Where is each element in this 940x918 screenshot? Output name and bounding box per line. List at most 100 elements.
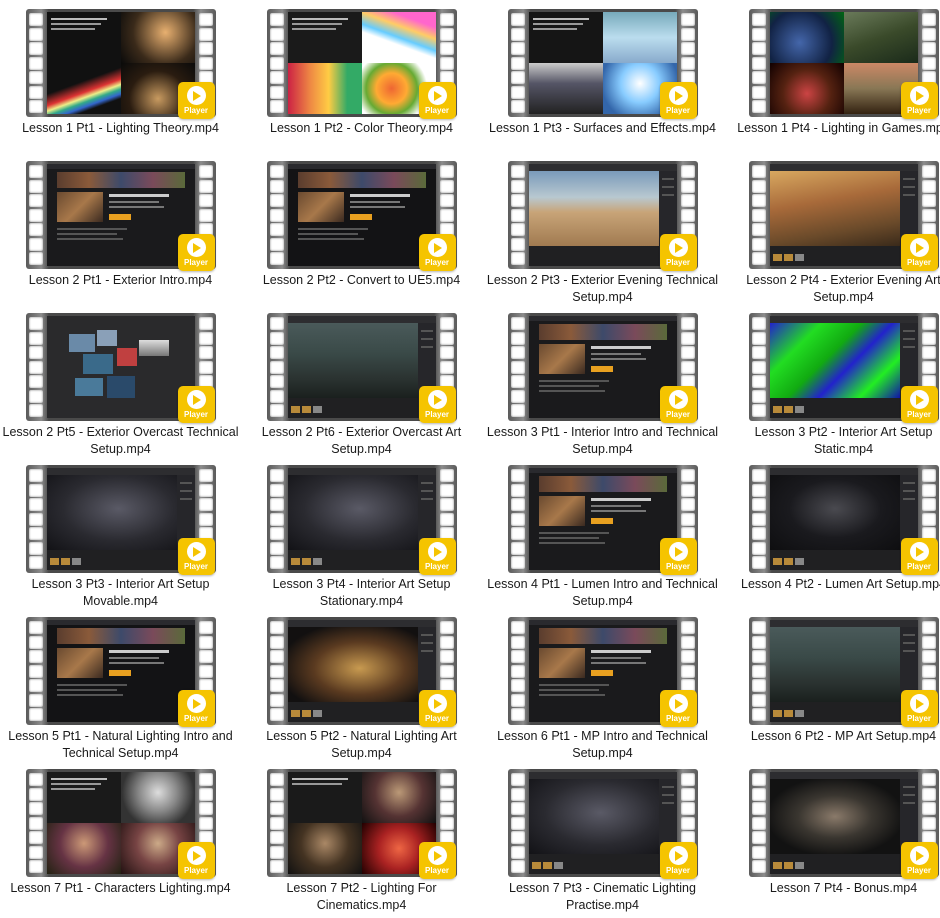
player-badge: Player	[418, 842, 456, 879]
file-name: Lesson 3 Pt4 - Interior Art Setup Statio…	[272, 577, 451, 608]
video-file-item[interactable]: Player Lesson 7 Pt3 - Cinematic Lighting…	[482, 762, 723, 914]
thumbnail-frame	[769, 164, 918, 266]
video-thumbnail[interactable]: Player	[507, 313, 698, 423]
thumbnail-frame	[46, 620, 195, 722]
video-file-item[interactable]: Player Lesson 3 Pt1 - Interior Intro and…	[482, 306, 723, 458]
video-file-item[interactable]: Player Lesson 2 Pt6 - Exterior Overcast …	[241, 306, 482, 458]
video-file-item[interactable]: Player Lesson 3 Pt3 - Interior Art Setup…	[0, 458, 241, 610]
video-thumbnail[interactable]: Player	[25, 465, 216, 575]
video-thumbnail[interactable]: Player	[266, 9, 457, 119]
video-thumbnail[interactable]: Player	[748, 161, 939, 271]
video-thumbnail[interactable]: Player	[25, 9, 216, 119]
video-file-item[interactable]: Player Lesson 4 Pt1 - Lumen Intro and Te…	[482, 458, 723, 610]
play-icon	[186, 390, 206, 409]
player-badge-label: Player	[665, 258, 691, 267]
player-badge-label: Player	[424, 106, 450, 115]
video-thumbnail[interactable]: Player	[266, 617, 457, 727]
player-badge: Player	[418, 82, 456, 119]
film-sprockets-left	[510, 621, 525, 721]
play-icon	[427, 86, 447, 105]
video-thumbnail[interactable]: Player	[266, 769, 457, 879]
video-file-item[interactable]: Player Lesson 6 Pt1 - MP Intro and Techn…	[482, 610, 723, 762]
video-thumbnail[interactable]: Player	[25, 617, 216, 727]
film-sprockets-left	[510, 317, 525, 417]
player-badge: Player	[900, 234, 938, 271]
film-sprockets-left	[269, 13, 284, 113]
video-file-item[interactable]: Player Lesson 2 Pt5 - Exterior Overcast …	[0, 306, 241, 458]
video-file-item[interactable]: Player Lesson 1 Pt2 - Color Theory.mp4	[241, 2, 482, 154]
play-icon	[427, 542, 447, 561]
player-badge: Player	[177, 690, 215, 727]
video-thumbnail[interactable]: Player	[748, 465, 939, 575]
player-badge-label: Player	[424, 866, 450, 875]
video-thumbnail[interactable]: Player	[266, 465, 457, 575]
file-name: Lesson 2 Pt5 - Exterior Overcast Technic…	[2, 425, 239, 456]
player-badge: Player	[177, 82, 215, 119]
player-badge: Player	[900, 386, 938, 423]
video-file-item[interactable]: Player Lesson 7 Pt2 - Lighting For Cinem…	[241, 762, 482, 914]
video-thumbnail[interactable]: Player	[25, 161, 216, 271]
film-sprockets-left	[28, 13, 43, 113]
film-sprockets-left	[751, 469, 766, 569]
player-badge-label: Player	[183, 866, 209, 875]
play-icon	[668, 542, 688, 561]
film-sprockets-left	[510, 773, 525, 873]
video-thumbnail[interactable]: Player	[25, 769, 216, 879]
video-file-item[interactable]: Player Lesson 7 Pt1 - Characters Lightin…	[0, 762, 241, 914]
video-file-item[interactable]: Player Lesson 1 Pt3 - Surfaces and Effec…	[482, 2, 723, 154]
file-name: Lesson 5 Pt2 - Natural Lighting Art Setu…	[266, 729, 457, 760]
player-badge: Player	[659, 234, 697, 271]
file-name: Lesson 3 Pt1 - Interior Intro and Techni…	[486, 425, 719, 456]
play-icon	[909, 86, 929, 105]
thumbnail-frame	[528, 12, 677, 114]
play-icon	[427, 238, 447, 257]
video-file-item[interactable]: Player Lesson 3 Pt2 - Interior Art Setup…	[723, 306, 940, 458]
play-icon	[186, 238, 206, 257]
video-thumbnail[interactable]: Player	[507, 769, 698, 879]
video-file-item[interactable]: Player Lesson 2 Pt4 - Exterior Evening A…	[723, 154, 940, 306]
video-thumbnail[interactable]: Player	[748, 769, 939, 879]
video-file-item[interactable]: Player Lesson 2 Pt2 - Convert to UE5.mp4	[241, 154, 482, 306]
file-name: Lesson 6 Pt1 - MP Intro and Technical Se…	[497, 729, 708, 760]
video-thumbnail[interactable]: Player	[507, 9, 698, 119]
film-sprockets-left	[269, 469, 284, 569]
video-thumbnail[interactable]: Player	[266, 161, 457, 271]
video-file-item[interactable]: Player Lesson 4 Pt2 - Lumen Art Setup.mp…	[723, 458, 940, 610]
play-icon	[909, 542, 929, 561]
video-thumbnail[interactable]: Player	[748, 9, 939, 119]
video-file-item[interactable]: Player Lesson 2 Pt1 - Exterior Intro.mp4	[0, 154, 241, 306]
thumbnail-frame	[769, 772, 918, 874]
video-thumbnail[interactable]: Player	[507, 161, 698, 271]
film-sprockets-left	[510, 165, 525, 265]
video-thumbnail[interactable]: Player	[266, 313, 457, 423]
video-file-item[interactable]: Player Lesson 5 Pt1 - Natural Lighting I…	[0, 610, 241, 762]
video-thumbnail[interactable]: Player	[748, 617, 939, 727]
player-badge-label: Player	[906, 106, 932, 115]
file-grid: Player Lesson 1 Pt1 - Lighting Theory.mp…	[0, 0, 940, 918]
player-badge-label: Player	[665, 866, 691, 875]
file-name: Lesson 1 Pt1 - Lighting Theory.mp4	[22, 121, 219, 135]
video-file-item[interactable]: Player Lesson 3 Pt4 - Interior Art Setup…	[241, 458, 482, 610]
file-name: Lesson 2 Pt4 - Exterior Evening Art Setu…	[746, 273, 940, 304]
file-name: Lesson 4 Pt2 - Lumen Art Setup.mp4	[741, 577, 940, 591]
film-sprockets-left	[28, 773, 43, 873]
player-badge: Player	[418, 386, 456, 423]
video-thumbnail[interactable]: Player	[25, 313, 216, 423]
player-badge: Player	[659, 386, 697, 423]
video-file-item[interactable]: Player Lesson 7 Pt4 - Bonus.mp4	[723, 762, 940, 914]
video-file-item[interactable]: Player Lesson 1 Pt1 - Lighting Theory.mp…	[0, 2, 241, 154]
video-file-item[interactable]: Player Lesson 6 Pt2 - MP Art Setup.mp4	[723, 610, 940, 762]
player-badge-label: Player	[665, 562, 691, 571]
video-file-item[interactable]: Player Lesson 1 Pt4 - Lighting in Games.…	[723, 2, 940, 154]
play-icon	[668, 390, 688, 409]
video-thumbnail[interactable]: Player	[748, 313, 939, 423]
player-badge-label: Player	[424, 410, 450, 419]
video-file-item[interactable]: Player Lesson 2 Pt3 - Exterior Evening T…	[482, 154, 723, 306]
video-thumbnail[interactable]: Player	[507, 465, 698, 575]
film-sprockets-left	[28, 317, 43, 417]
video-thumbnail[interactable]: Player	[507, 617, 698, 727]
player-badge: Player	[900, 842, 938, 879]
film-sprockets-left	[751, 165, 766, 265]
video-file-item[interactable]: Player Lesson 5 Pt2 - Natural Lighting A…	[241, 610, 482, 762]
film-sprockets-left	[751, 773, 766, 873]
